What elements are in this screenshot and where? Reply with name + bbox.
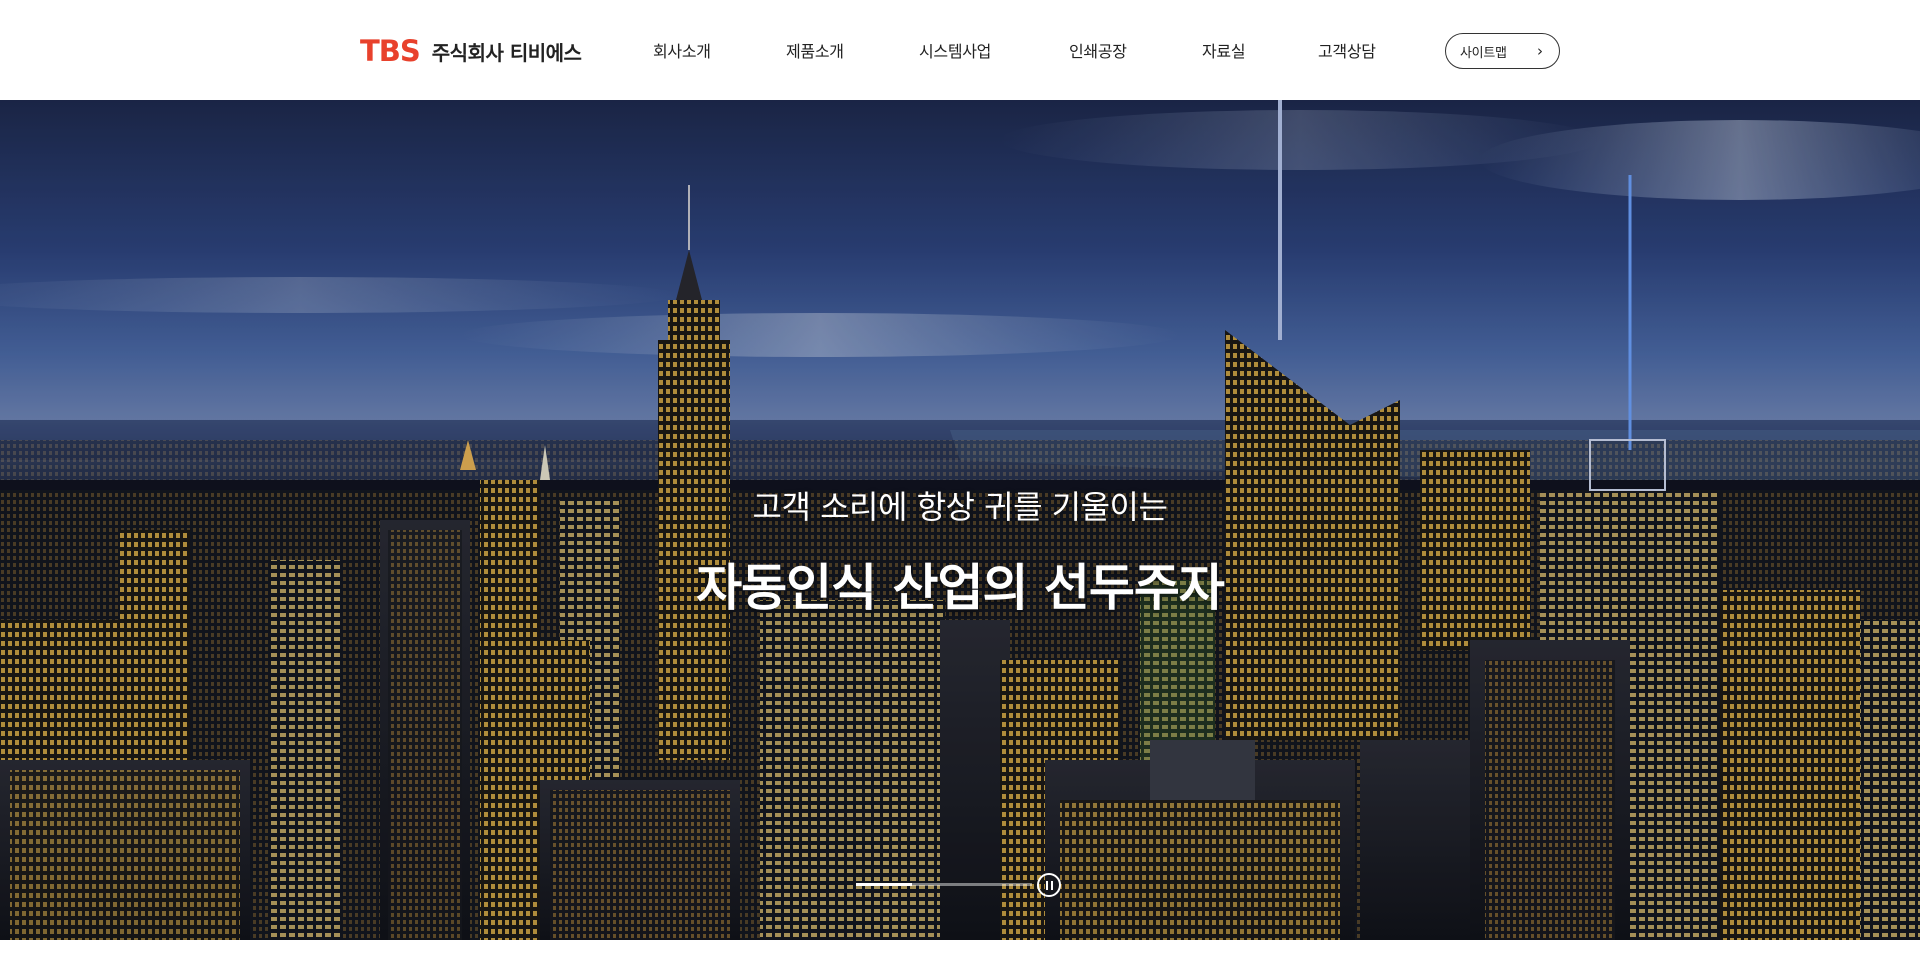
- nav-item-system-business[interactable]: 시스템사업: [919, 38, 991, 62]
- chevron-right-icon: ›: [1537, 41, 1543, 60]
- logo[interactable]: TBS 주식회사 티비에스: [360, 33, 582, 69]
- company-name: 주식회사 티비에스: [431, 40, 582, 65]
- nav-item-print-factory[interactable]: 인쇄공장: [1069, 38, 1127, 62]
- sitemap-button[interactable]: 사이트맵 ›: [1445, 33, 1560, 69]
- hero-banner: 고객 소리에 항상 귀를 기울이는 자동인식 산업의 선두주자: [0, 100, 1920, 940]
- logo-mark: TBS: [360, 34, 421, 68]
- sitemap-label: 사이트맵: [1460, 45, 1507, 61]
- slide-progress-fill: [856, 883, 912, 886]
- hero-title: 자동인식 산업의 선두주자: [696, 559, 1225, 617]
- site-header: TBS 주식회사 티비에스 회사소개 제품소개 시스템사업 인쇄공장 자료실 고…: [0, 0, 1920, 100]
- pause-icon-bar: [1050, 880, 1053, 890]
- hero-subtitle: 고객 소리에 항상 귀를 기울이는: [752, 488, 1168, 526]
- nav-item-library[interactable]: 자료실: [1202, 38, 1246, 62]
- nav-item-customer-support[interactable]: 고객상담: [1318, 38, 1376, 62]
- pause-button[interactable]: [1037, 873, 1061, 897]
- nav-item-company[interactable]: 회사소개: [653, 38, 711, 62]
- pause-icon: [1045, 880, 1048, 890]
- nav-item-products[interactable]: 제품소개: [786, 38, 844, 62]
